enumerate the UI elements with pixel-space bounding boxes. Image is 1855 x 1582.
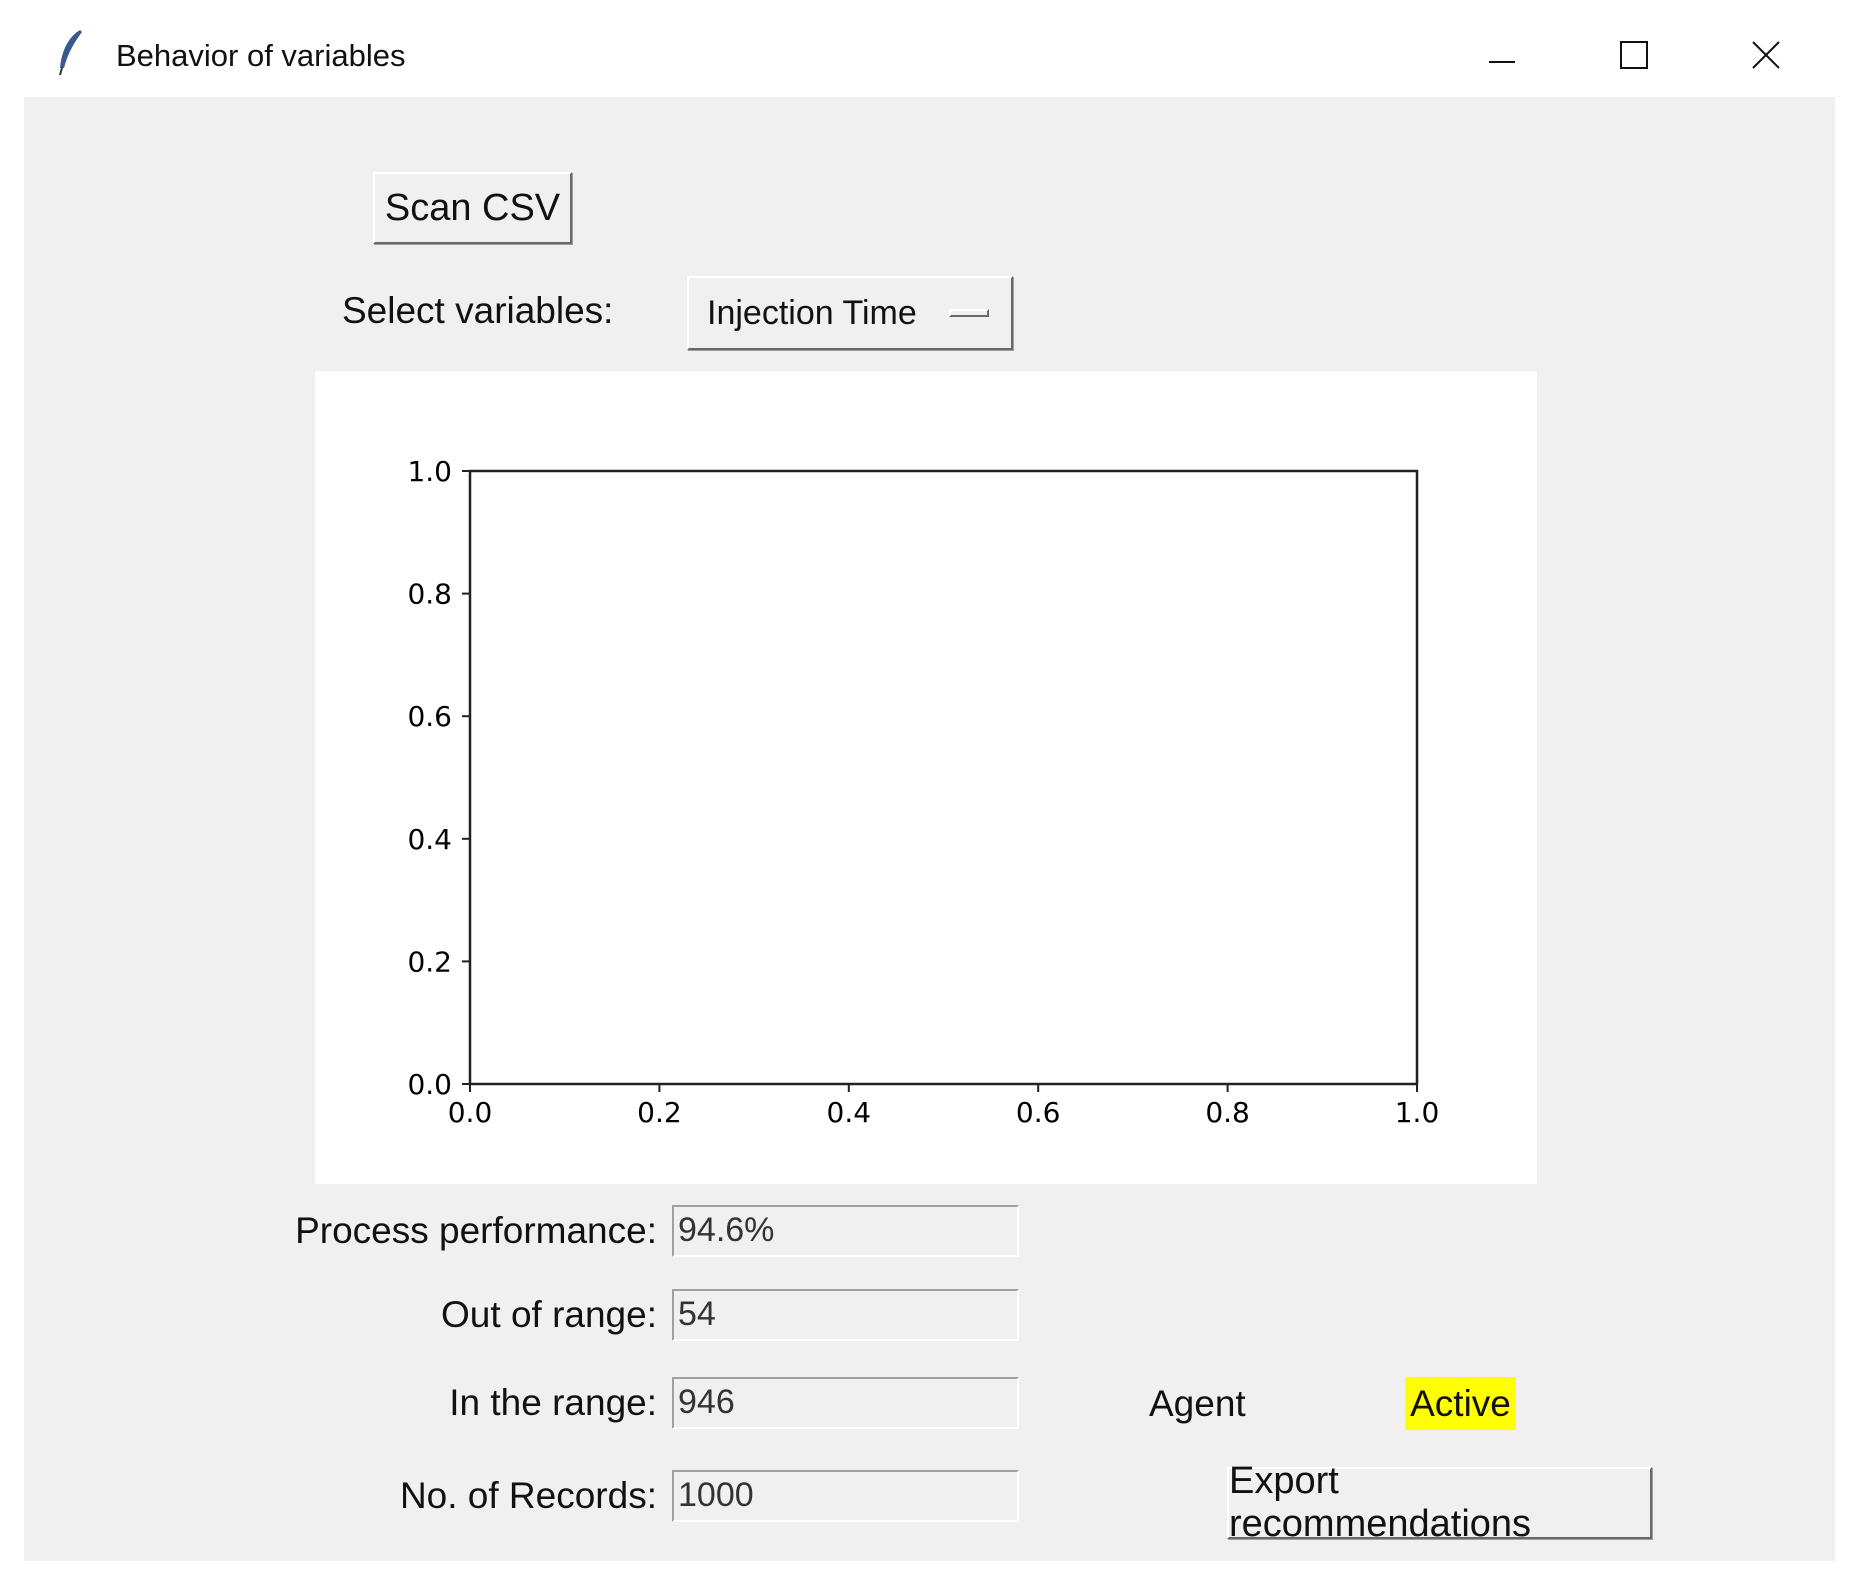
stat-value-field[interactable]: 54 — [672, 1289, 1019, 1341]
plot-canvas: 0.0 0.2 0.4 0.6 0.8 1.0 0.0 0.2 0.4 0.6 0.8 1.0 — [315, 371, 1537, 1184]
y-tick-label: 0.6 — [407, 700, 452, 733]
x-tick-label: 0.2 — [637, 1096, 682, 1129]
stat-value-field[interactable]: 946 — [672, 1377, 1019, 1429]
axes-frame — [468, 469, 1419, 1086]
maximize-button[interactable] — [1604, 30, 1664, 80]
stat-label: Process performance: — [295, 1210, 657, 1251]
agent-label: Agent — [1149, 1383, 1246, 1424]
window-title: Behavior of variables — [116, 38, 406, 73]
feather-app-icon — [59, 30, 82, 76]
selected-variable: Injection Time — [707, 293, 917, 332]
variable-dropdown[interactable]: Injection Time — [687, 276, 1013, 350]
export-recommendations-button[interactable]: Export recommendations — [1227, 1460, 1652, 1545]
title-bar: Behavior of variables — [0, 0, 1855, 97]
maximize-icon — [1620, 41, 1648, 69]
stat-value-field[interactable]: 1000 — [672, 1470, 1019, 1522]
x-tick-label: 0.4 — [827, 1096, 872, 1129]
x-tick-label: 1.0 — [1395, 1096, 1440, 1129]
y-tick-label: 0.0 — [407, 1068, 452, 1101]
stat-label: No. of Records: — [399, 1475, 657, 1516]
y-tick-label: 0.4 — [407, 823, 452, 856]
stat-label: Out of range: — [441, 1294, 657, 1335]
y-tick-label: 1.0 — [407, 455, 452, 488]
select-variables-label: Select variables: — [342, 290, 614, 331]
close-button[interactable] — [1736, 30, 1796, 80]
stat-label: In the range: — [449, 1382, 657, 1423]
dropdown-indicator-icon — [949, 309, 989, 317]
close-icon — [1752, 41, 1780, 69]
y-tick-label: 0.8 — [407, 578, 452, 611]
y-tick-label: 0.2 — [407, 945, 452, 978]
minimize-button[interactable] — [1472, 30, 1532, 80]
x-tick-label: 0.8 — [1205, 1096, 1250, 1129]
chart: 0.0 0.2 0.4 0.6 0.8 1.0 0.0 0.2 0.4 0.6 0.8 1.0 — [407, 455, 1440, 1129]
stat-value-field[interactable]: 94.6% — [672, 1205, 1019, 1257]
x-tick-label: 0.0 — [448, 1096, 493, 1129]
minimize-icon — [1489, 61, 1515, 63]
x-tick-label: 0.6 — [1016, 1096, 1061, 1129]
scan-csv-button[interactable]: Scan CSV — [373, 172, 572, 244]
agent-status-badge: Active — [1405, 1377, 1516, 1430]
